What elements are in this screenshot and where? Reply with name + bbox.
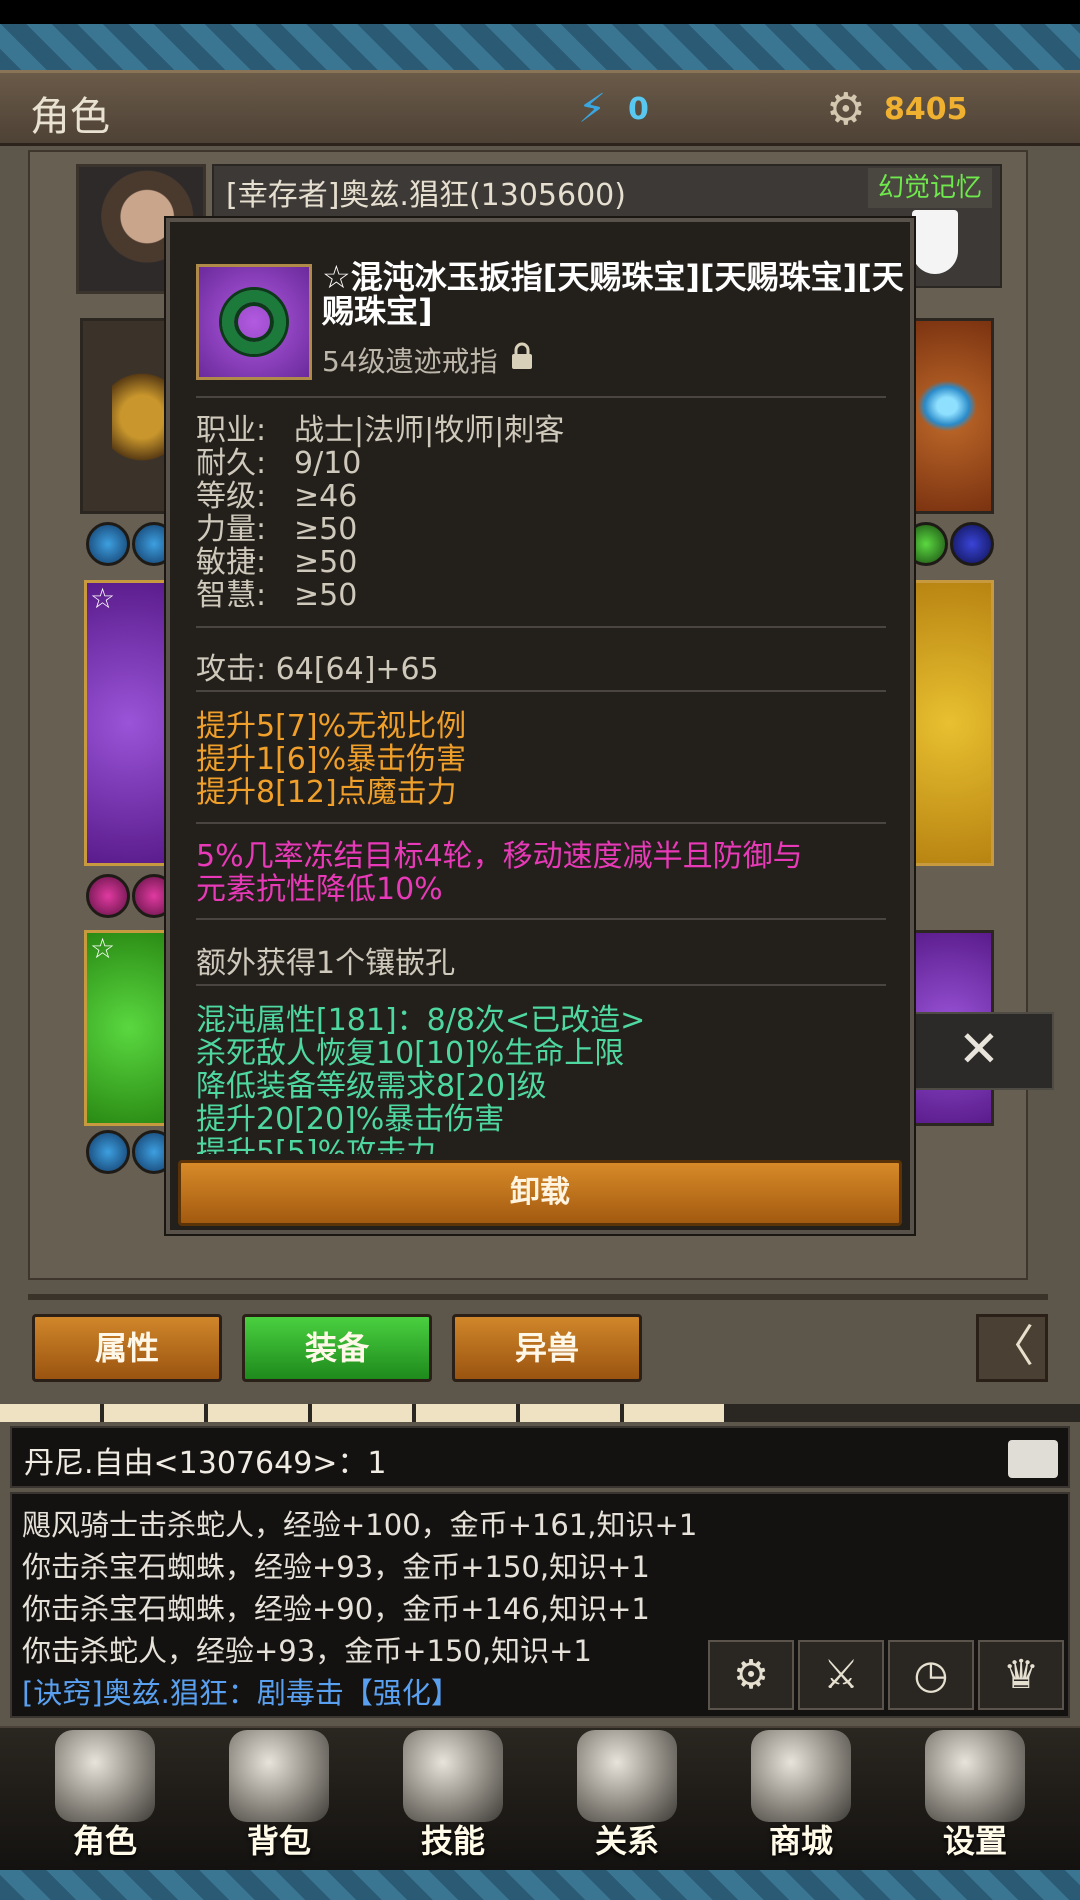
nav-skills[interactable]: 技能 — [378, 1730, 528, 1866]
log-line: 飓风骑士击杀蛇人，经验+100，金币+161,知识+1 — [22, 1508, 698, 1542]
chaos-line: 杀死敌人恢复10[10]%生命上限 — [196, 1036, 625, 1071]
helmet-item-icon — [112, 352, 172, 482]
character-name: [幸存者]奥兹.猖狂(1305600) — [226, 178, 626, 213]
divider — [196, 626, 886, 628]
book-icon — [403, 1730, 503, 1822]
divider — [196, 690, 886, 692]
nav-bag[interactable]: 背包 — [204, 1730, 354, 1866]
gem-socket-icon[interactable] — [950, 522, 994, 566]
requirement-row: 力量: ≥50 — [196, 512, 358, 547]
chaos-line: 提升5[5]%攻击力 — [196, 1135, 437, 1154]
nav-label: 关系 — [594, 1822, 659, 1860]
gem-socket-icon[interactable] — [86, 1130, 130, 1174]
bonus-line: 提升8[12]点魔击力 — [196, 775, 457, 810]
equipment-slot-offhand[interactable] — [904, 580, 994, 866]
equipment-slot-weapon[interactable] — [84, 580, 174, 866]
item-type: 54级遗迹戒指 — [322, 345, 498, 378]
sword-icon[interactable]: ⚔ — [798, 1640, 884, 1710]
requirement-row: 耐久: 9/10 — [196, 446, 362, 481]
chaos-line: 混沌属性[181]：8/8次<已改造> — [196, 1004, 646, 1038]
unequip-button[interactable]: 卸载 — [178, 1160, 902, 1226]
ring-icon — [222, 290, 286, 354]
nav-label: 设置 — [942, 1822, 1007, 1860]
illusion-memory-badge[interactable]: 幻觉记忆 — [868, 168, 992, 208]
feather-item-icon — [912, 376, 982, 436]
nav-settings[interactable]: 设置 — [900, 1730, 1050, 1866]
divider — [196, 918, 886, 920]
nav-label: 商城 — [768, 1822, 833, 1860]
requirement-row: 等级: ≥46 — [196, 479, 358, 514]
requirement-row: 敏捷: ≥50 — [196, 545, 358, 580]
attack-stat: 攻击: 64[64]+65 — [196, 652, 439, 687]
nav-label: 角色 — [72, 1822, 137, 1860]
chest-icon — [751, 1730, 851, 1822]
gear-currency-icon: ⚙ — [826, 84, 866, 135]
helmet-icon — [55, 1730, 155, 1822]
special-effect-line: 元素抗性降低10% — [196, 872, 443, 907]
log-line: 你击杀宝石蜘蛛，经验+93，金币+150,知识+1 — [22, 1550, 650, 1584]
tooltip-scroll-area[interactable]: 混沌属性[181]：8/8次<已改造> 杀死敌人恢复10[10]%生命上限 降低… — [190, 1004, 890, 1154]
item-name: ☆混沌冰玉扳指[天赐珠宝][天赐珠宝][天赐珠宝] — [322, 258, 904, 330]
requirement-row: 智慧: ≥50 — [196, 578, 358, 613]
close-icon[interactable]: ✕ — [958, 1020, 1000, 1078]
log-line-highlight: [诀窍]奥兹.猖狂：剧毒击【强化】 — [22, 1676, 460, 1710]
nav-label: 背包 — [246, 1822, 311, 1860]
chaos-line: 提升20[20]%暴击伤害 — [196, 1102, 505, 1137]
nav-relations[interactable]: 关系 — [552, 1730, 702, 1866]
bonus-line: 提升5[7]%无视比例 — [196, 709, 467, 744]
nav-shop[interactable]: 商城 — [726, 1730, 876, 1866]
nav-character[interactable]: 角色 — [30, 1730, 180, 1866]
page-title: 角色 — [30, 94, 110, 140]
divider — [196, 822, 886, 824]
requirement-row: 职业: 战士|法师|牧师|刺客 — [196, 413, 565, 448]
gem-socket-icon[interactable] — [86, 874, 130, 918]
lightning-icon: ⚡ — [578, 86, 607, 132]
log-line: 你击杀宝石蜘蛛，经验+90，金币+146,知识+1 — [22, 1592, 650, 1626]
special-effect-line: 5%几率冻结目标4轮，移动速度减半且防御与 — [196, 839, 803, 874]
divider — [196, 396, 886, 398]
gear-x-icon[interactable]: ⚙ — [708, 1640, 794, 1710]
status-bar — [0, 0, 1080, 24]
chat-latest-message: 丹尼.自由<1307649>：1 — [24, 1446, 387, 1481]
handshake-icon — [577, 1730, 677, 1822]
lock-icon — [512, 342, 532, 369]
divider — [196, 984, 886, 986]
experience-bar-fill — [0, 1404, 724, 1422]
settings-icon — [925, 1730, 1025, 1822]
gem-socket-icon[interactable] — [86, 522, 130, 566]
bonus-line: 提升1[6]%暴击伤害 — [196, 742, 467, 777]
log-line: 你击杀蛇人，经验+93，金币+150,知识+1 — [22, 1634, 592, 1668]
chaos-line: 降低装备等级需求8[20]级 — [196, 1069, 547, 1104]
trophy-icon[interactable]: ♛ — [978, 1640, 1064, 1710]
nav-label: 技能 — [420, 1822, 485, 1860]
clock-icon[interactable]: ◷ — [888, 1640, 974, 1710]
tab-equipment[interactable]: 装备 — [242, 1314, 432, 1382]
background-pattern — [0, 24, 1080, 74]
divider — [28, 1294, 1048, 1300]
back-button[interactable]: 〈 — [976, 1314, 1048, 1382]
energy-value: 0 — [628, 92, 649, 127]
socket-bonus: 额外获得1个镶嵌孔 — [196, 946, 456, 981]
chat-bubble-icon[interactable] — [1008, 1440, 1058, 1478]
tab-beast[interactable]: 异兽 — [452, 1314, 642, 1382]
gold-value: 8405 — [884, 92, 968, 127]
shield-icon — [912, 210, 958, 274]
star-icon: ☆ — [90, 932, 116, 965]
backpack-icon — [229, 1730, 329, 1822]
star-icon: ☆ — [90, 582, 116, 615]
tab-attributes[interactable]: 属性 — [32, 1314, 222, 1382]
background-pattern-bottom — [0, 1868, 1080, 1900]
